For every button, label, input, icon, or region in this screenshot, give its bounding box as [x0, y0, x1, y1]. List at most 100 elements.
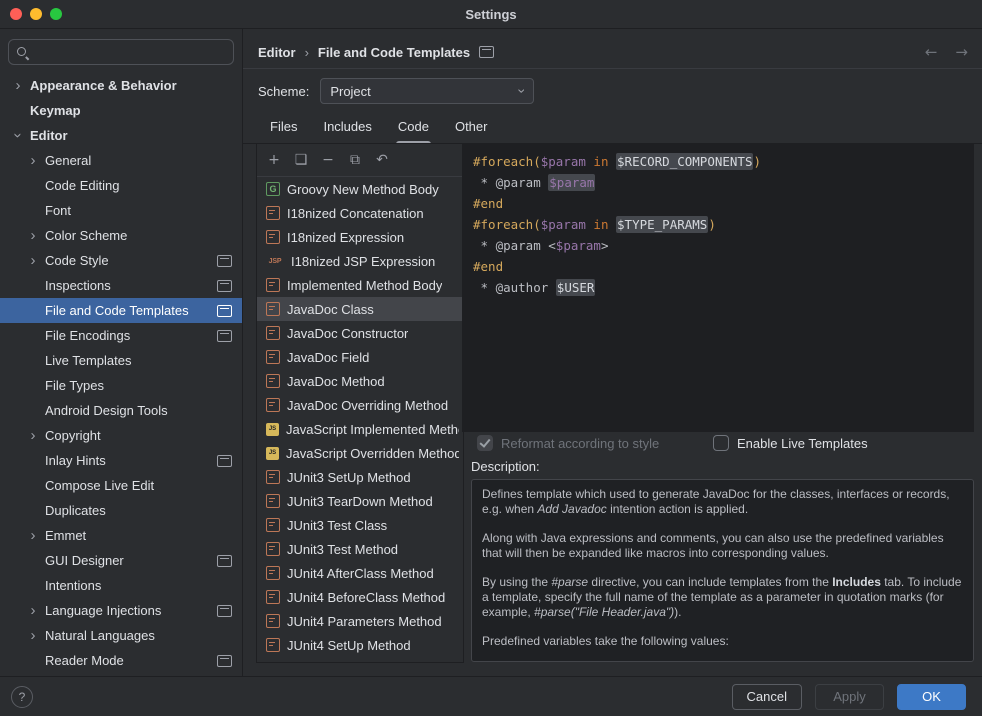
sidebar-item-code-style[interactable]: ›Code Style	[0, 248, 242, 273]
revert-icon[interactable]: ↶	[370, 149, 394, 171]
duplicate-icon[interactable]: ⧉	[343, 149, 367, 171]
sidebar-item-keymap[interactable]: Keymap	[0, 98, 242, 123]
code-token: $param	[548, 174, 595, 191]
template-item-label: JavaScript Implemented Method	[286, 422, 459, 437]
chevron-right-icon[interactable]: ›	[25, 603, 41, 618]
sidebar-item-copyright[interactable]: ›Copyright	[0, 423, 242, 448]
tab-other[interactable]: Other	[444, 113, 499, 144]
chevron-right-icon[interactable]: ›	[10, 78, 26, 93]
template-item-label: I18nized Concatenation	[287, 206, 424, 221]
zoom-button[interactable]	[50, 8, 62, 20]
template-item-javascript-overridden-method[interactable]: JSJavaScript Overridden Method	[257, 441, 463, 465]
template-item-junit4-afterclass-method[interactable]: JUnit4 AfterClass Method	[257, 561, 463, 585]
chevron-right-icon[interactable]: ›	[25, 528, 41, 543]
sidebar-item-file-and-code-templates[interactable]: File and Code Templates	[0, 298, 242, 323]
description-text: Includes	[832, 575, 881, 589]
template-item-javadoc-field[interactable]: JavaDoc Field	[257, 345, 463, 369]
sidebar-item-appearance-behavior[interactable]: ›Appearance & Behavior	[0, 73, 242, 98]
template-icon	[266, 326, 280, 340]
template-editor[interactable]: #foreach($param in $RECORD_COMPONENTS) *…	[462, 144, 974, 432]
chevron-right-icon[interactable]: ›	[25, 628, 41, 643]
add-icon[interactable]: +	[262, 149, 286, 171]
breadcrumb-editor[interactable]: Editor	[258, 45, 296, 60]
sidebar-item-emmet[interactable]: ›Emmet	[0, 523, 242, 548]
chevron-right-icon[interactable]: ›	[25, 428, 41, 443]
sidebar-item-label: GUI Designer	[45, 553, 124, 568]
sidebar-item-live-templates[interactable]: Live Templates	[0, 348, 242, 373]
sidebar-item-gui-designer[interactable]: GUI Designer	[0, 548, 242, 573]
template-item-implemented-method-body[interactable]: Implemented Method Body	[257, 273, 463, 297]
remove-icon[interactable]: −	[316, 149, 340, 171]
sidebar-item-label: File Encodings	[45, 328, 130, 343]
description-text: #parse	[551, 575, 588, 589]
sidebar-item-duplicates[interactable]: Duplicates	[0, 498, 242, 523]
template-item-label: JavaDoc Constructor	[287, 326, 408, 341]
template-item-javadoc-overriding-method[interactable]: JavaDoc Overriding Method	[257, 393, 463, 417]
template-item-junit3-test-method[interactable]: JUnit3 Test Method	[257, 537, 463, 561]
chevron-right-icon[interactable]: ›	[25, 228, 41, 243]
template-item-groovy-new-method-body[interactable]: GGroovy New Method Body	[257, 177, 463, 201]
sidebar-item-inlay-hints[interactable]: Inlay Hints	[0, 448, 242, 473]
code-token: $param	[556, 238, 601, 253]
code-token	[608, 217, 616, 232]
sidebar-item-intentions[interactable]: Intentions	[0, 573, 242, 598]
sidebar-item-compose-live-edit[interactable]: Compose Live Edit	[0, 473, 242, 498]
minimize-button[interactable]	[30, 8, 42, 20]
sidebar-item-label: File and Code Templates	[45, 303, 189, 318]
chevron-right-icon[interactable]: ›	[25, 153, 41, 168]
sidebar-item-label: Inlay Hints	[45, 453, 106, 468]
sidebar-item-language-injections[interactable]: ›Language Injections	[0, 598, 242, 623]
sidebar-item-natural-languages[interactable]: ›Natural Languages	[0, 623, 242, 648]
back-arrow[interactable]: ←	[925, 43, 938, 61]
close-button[interactable]	[10, 8, 22, 20]
template-item-junit4-setup-method[interactable]: JUnit4 SetUp Method	[257, 633, 463, 657]
search-input[interactable]	[34, 44, 226, 60]
sidebar-item-code-editing[interactable]: Code Editing	[0, 173, 242, 198]
breadcrumb-current: File and Code Templates	[318, 45, 470, 60]
sidebar-item-inspections[interactable]: Inspections	[0, 273, 242, 298]
template-item-label: JavaScript Overridden Method	[286, 446, 459, 461]
sidebar-item-android-design-tools[interactable]: Android Design Tools	[0, 398, 242, 423]
create-from-selected-icon[interactable]: ❏	[289, 149, 313, 171]
template-item-javascript-implemented-method[interactable]: JSJavaScript Implemented Method	[257, 417, 463, 441]
search-box[interactable]	[8, 39, 234, 65]
template-item-javadoc-constructor[interactable]: JavaDoc Constructor	[257, 321, 463, 345]
template-icon	[266, 278, 280, 292]
tab-code[interactable]: Code	[387, 113, 440, 144]
template-item-label: JUnit3 Test Class	[287, 518, 387, 533]
sidebar-item-editor[interactable]: ›Editor	[0, 123, 242, 148]
template-item-i18nized-concatenation[interactable]: I18nized Concatenation	[257, 201, 463, 225]
code-token	[608, 154, 616, 169]
code-token: $RECORD_COMPONENTS	[616, 153, 753, 170]
sidebar-item-reader-mode[interactable]: Reader Mode	[0, 648, 242, 673]
forward-arrow[interactable]: →	[955, 43, 968, 61]
template-item-i18nized-jsp-expression[interactable]: JSPI18nized JSP Expression	[257, 249, 463, 273]
chevron-down-icon[interactable]: ›	[11, 128, 26, 144]
code-token: * @author	[473, 280, 556, 295]
ok-button[interactable]: OK	[897, 684, 966, 710]
template-item-junit4-parameters-method[interactable]: JUnit4 Parameters Method	[257, 609, 463, 633]
sidebar-item-file-types[interactable]: File Types	[0, 373, 242, 398]
sidebar-item-general[interactable]: ›General	[0, 148, 242, 173]
tab-includes[interactable]: Includes	[312, 113, 382, 144]
template-item-junit3-teardown-method[interactable]: JUnit3 TearDown Method	[257, 489, 463, 513]
template-item-javadoc-class[interactable]: JavaDoc Class	[257, 297, 463, 321]
help-button[interactable]: ?	[11, 686, 33, 708]
template-item-i18nized-expression[interactable]: I18nized Expression	[257, 225, 463, 249]
code-token: #foreach(	[473, 217, 541, 232]
description-text: Predefined variables take the following …	[482, 634, 729, 648]
code-line: #end	[473, 256, 963, 277]
template-item-junit3-test-class[interactable]: JUnit3 Test Class	[257, 513, 463, 537]
description-paragraph: Defines template which used to generate …	[482, 487, 963, 517]
template-item-javadoc-method[interactable]: JavaDoc Method	[257, 369, 463, 393]
chevron-right-icon[interactable]: ›	[25, 253, 41, 268]
tab-files[interactable]: Files	[259, 113, 308, 144]
scheme-dropdown[interactable]: Project ›	[320, 78, 534, 104]
template-item-junit4-beforeclass-method[interactable]: JUnit4 BeforeClass Method	[257, 585, 463, 609]
cancel-button[interactable]: Cancel	[732, 684, 802, 710]
template-item-junit3-setup-method[interactable]: JUnit3 SetUp Method	[257, 465, 463, 489]
sidebar-item-file-encodings[interactable]: File Encodings	[0, 323, 242, 348]
live-templates-checkbox[interactable]	[713, 435, 729, 451]
sidebar-item-font[interactable]: Font	[0, 198, 242, 223]
sidebar-item-color-scheme[interactable]: ›Color Scheme	[0, 223, 242, 248]
